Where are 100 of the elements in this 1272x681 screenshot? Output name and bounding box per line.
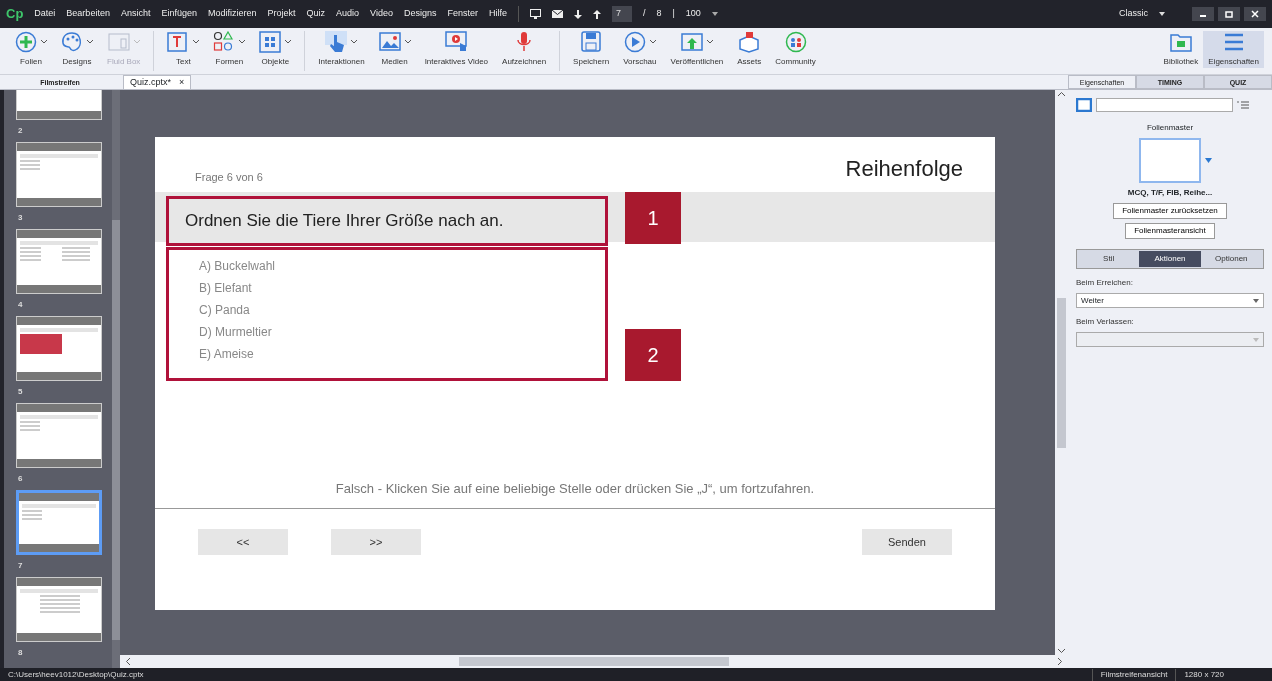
toolbar-button[interactable]: Community: [770, 31, 821, 71]
feedback-text: Falsch - Klicken Sie auf eine beliebige Stelle oder drücken Sie „J“, um fortzufahren.: [155, 479, 995, 509]
chevron-up-icon[interactable]: [1058, 92, 1065, 96]
chevron-left-icon[interactable]: [126, 658, 130, 665]
caret-icon: [285, 40, 292, 44]
scrollbar-thumb[interactable]: [1057, 297, 1066, 448]
slide-thumbnail[interactable]: [16, 490, 102, 555]
scrollbar[interactable]: [120, 655, 1068, 668]
slide-thumbnail[interactable]: [16, 577, 102, 642]
caret-icon: [239, 40, 246, 44]
toolbar-button[interactable]: Interaktionen: [313, 31, 370, 71]
slide-thumbnail[interactable]: [16, 403, 102, 468]
caret-icon: [133, 40, 140, 44]
callout-marker: 1: [625, 192, 681, 244]
caret-icon: [1253, 298, 1259, 303]
slide-thumbnail[interactable]: [16, 142, 102, 207]
document-tab[interactable]: Quiz.cptx* ×: [123, 75, 192, 89]
toolbar-button[interactable]: Aufzeichnen: [497, 31, 552, 71]
nav-divider: |: [672, 7, 675, 21]
toolbar-button[interactable]: Folien: [10, 31, 52, 71]
maximize-icon: [1224, 10, 1234, 18]
caret-icon: [87, 40, 93, 44]
menu-item[interactable]: Designs: [403, 7, 437, 21]
text-icon: [167, 31, 190, 53]
arrow-down-icon[interactable]: [573, 9, 582, 19]
toolbar-button[interactable]: Vorschau: [618, 31, 662, 71]
toolbar-button[interactable]: Assets: [732, 31, 767, 71]
maximize-button[interactable]: [1218, 7, 1240, 21]
name-field[interactable]: [1096, 98, 1233, 112]
slide-button[interactable]: >>: [331, 529, 421, 555]
answer-item[interactable]: B) Elefant: [199, 280, 605, 297]
panel-tab[interactable]: Optionen: [1200, 251, 1262, 267]
workspace-switcher[interactable]: Classic: [1119, 7, 1148, 21]
toolbar-button[interactable]: Interaktives Video: [419, 31, 494, 71]
slide-button[interactable]: Senden: [862, 529, 952, 555]
slide-thumbnail[interactable]: [16, 229, 102, 294]
image-icon: [378, 31, 401, 53]
page-field[interactable]: 7: [611, 6, 632, 22]
page-total: 8: [656, 7, 662, 21]
dropdown-field[interactable]: Weiter: [1076, 293, 1264, 308]
answer-item[interactable]: E) Ameise: [199, 346, 605, 363]
chevron-right-icon[interactable]: [1058, 658, 1062, 665]
upload-icon: [680, 31, 703, 53]
toolbar-button[interactable]: Objekte: [254, 31, 297, 71]
slide-thumbnail[interactable]: [16, 316, 102, 381]
toolbar-button[interactable]: Designs: [56, 31, 98, 71]
menu-item[interactable]: Modifizieren: [207, 7, 257, 21]
layout-icon: [107, 31, 130, 53]
status-text: Filmstreifenansicht: [1091, 668, 1176, 681]
panel-button[interactable]: Folienmaster zurücksetzen: [1113, 203, 1227, 219]
answer-item[interactable]: C) Panda: [199, 302, 605, 319]
menu-item[interactable]: Einfügen: [161, 7, 197, 21]
menu-item[interactable]: Ansicht: [120, 7, 151, 21]
menu-item[interactable]: Hilfe: [488, 7, 507, 21]
caret-icon: [706, 40, 713, 44]
toolbar-button[interactable]: Bibliothek: [1158, 31, 1204, 68]
toolbar-button[interactable]: Formen: [208, 31, 251, 71]
panel-tab[interactable]: Aktionen: [1139, 251, 1201, 267]
menu-icon: [1222, 31, 1245, 53]
master-thumbnail[interactable]: [1138, 138, 1201, 183]
arrow-up-icon[interactable]: [592, 9, 601, 19]
scrollbar-thumb[interactable]: [459, 657, 729, 666]
minimize-button[interactable]: [1192, 7, 1214, 21]
monitor-icon[interactable]: [529, 9, 541, 19]
menu-item[interactable]: Audio: [336, 7, 360, 21]
menu-item[interactable]: Fenster: [447, 7, 478, 21]
slide-number: 5: [17, 386, 24, 398]
status-text: 1280 x 720: [1175, 668, 1232, 681]
close-button[interactable]: [1244, 7, 1266, 21]
caret-icon: [649, 40, 656, 44]
menu-item[interactable]: Video: [370, 7, 393, 21]
panel-button[interactable]: Folienmasteransicht: [1125, 223, 1215, 239]
pointer-hand-icon: [325, 31, 348, 53]
menu-item[interactable]: Projekt: [267, 7, 296, 21]
answer-item[interactable]: D) Murmeltier: [199, 324, 605, 341]
toolbar-button[interactable]: Eigenschaften: [1203, 31, 1264, 68]
slide-icon: [1076, 98, 1092, 112]
toolbar-button[interactable]: Veröffentlichen: [665, 31, 729, 71]
caret-icon[interactable]: [711, 12, 718, 16]
chevron-down-icon[interactable]: [1058, 649, 1065, 653]
slide-number: 4: [17, 299, 24, 311]
envelope-icon[interactable]: [551, 10, 563, 18]
slide-button[interactable]: <<: [198, 529, 288, 555]
scrollbar-thumb[interactable]: [112, 220, 120, 640]
toolbar-button[interactable]: Speichern: [568, 31, 615, 71]
question-text: Ordnen Sie die Tiere Ihrer Größe nach an.: [166, 196, 608, 246]
slide-number: 3: [17, 212, 24, 224]
answer-item[interactable]: A) Buckelwahl: [199, 258, 605, 275]
panel-tab[interactable]: Stil: [1078, 251, 1140, 267]
menu-item[interactable]: Quiz: [306, 7, 325, 21]
toolbar-button[interactable]: Text: [162, 31, 205, 71]
page-separator: /: [642, 7, 646, 21]
menu-item[interactable]: Bearbeiten: [66, 7, 110, 21]
toolbar-button[interactable]: Medien: [373, 31, 416, 71]
zoom-value[interactable]: 100: [685, 7, 701, 21]
close-button[interactable]: ×: [179, 76, 185, 89]
caret-icon[interactable]: [1159, 12, 1165, 16]
menu-item[interactable]: Datei: [34, 7, 56, 21]
caret-icon: [41, 40, 47, 44]
slide-number: 2: [17, 125, 24, 137]
